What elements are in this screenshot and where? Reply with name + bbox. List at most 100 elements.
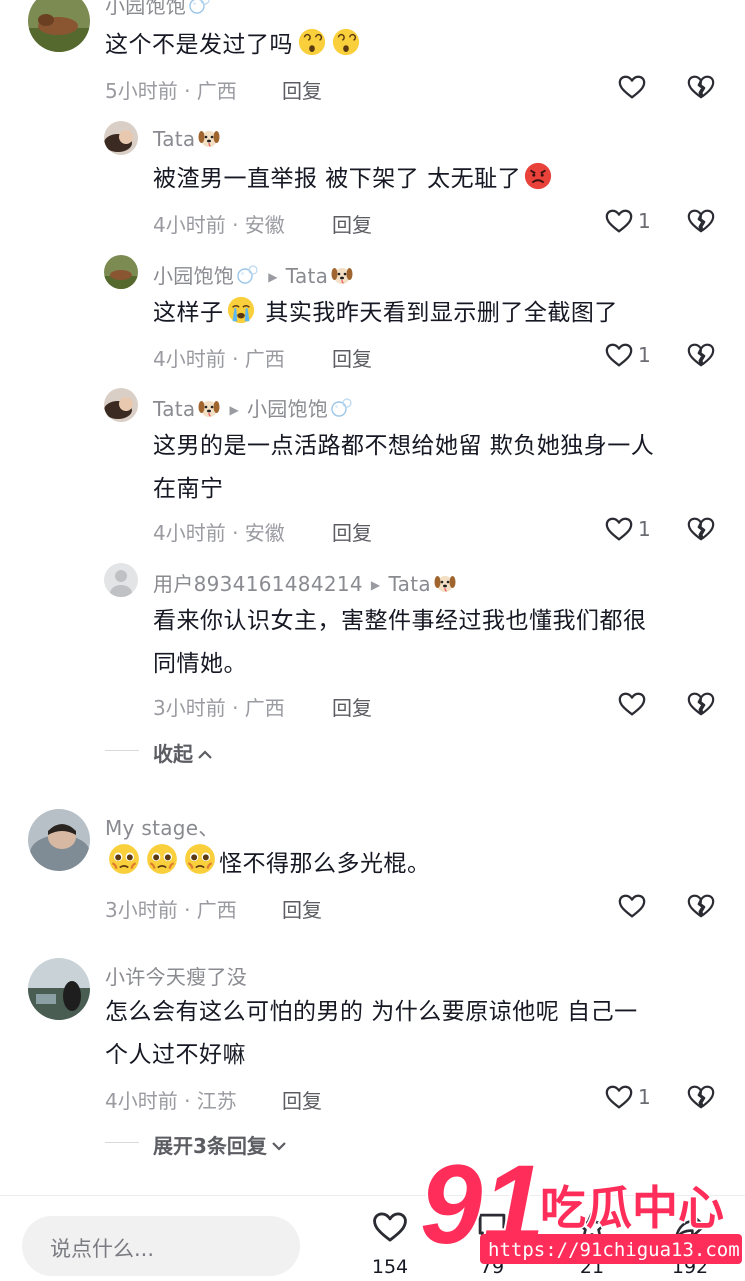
comment-text-line: 这男的是一点活路都不想给她留 欺负她独身一人 — [153, 433, 655, 459]
comment-author[interactable]: 小园饱饱 — [105, 0, 212, 19]
reply-arrow-icon: ▶ — [229, 403, 239, 417]
comment-time-location: 4小时前 · 安徽 — [153, 213, 285, 237]
chevron-up-icon — [198, 750, 212, 759]
chevron-down-icon — [272, 1142, 286, 1151]
avatar[interactable] — [104, 388, 138, 422]
avatar[interactable] — [28, 0, 90, 52]
comment-text: 这个不是发过了吗 — [105, 24, 363, 67]
pleading-face-icon — [183, 842, 217, 876]
reply-button[interactable]: 回复 — [282, 1085, 322, 1114]
reply-arrow-icon: ▶ — [268, 270, 278, 284]
reply-to-name[interactable]: 小园饱饱 — [247, 397, 328, 421]
comment-text: 被渣男一直举报 被下架了 太无耻了 — [153, 158, 555, 201]
heart-icon[interactable] — [617, 72, 647, 102]
collapse-label: 收起 — [153, 742, 193, 766]
comment-text-content: 被渣男一直举报 被下架了 太无耻了 — [153, 166, 522, 192]
author-name[interactable]: Tata — [153, 397, 195, 421]
heart-icon[interactable] — [604, 340, 634, 370]
comment-text-line: 同情她。 — [153, 651, 247, 677]
avatar[interactable] — [104, 255, 138, 289]
comment-text: 这样子 其实我昨天看到显示删了全截图了 — [153, 292, 618, 335]
divider — [105, 1142, 139, 1143]
comment-text-line: 怎么会有这么可怕的男的 为什么要原谅他呢 自己一 — [105, 999, 638, 1025]
heart-icon[interactable] — [617, 891, 647, 921]
divider — [105, 750, 139, 751]
dog-face-icon — [197, 396, 221, 420]
dog-face-icon — [330, 263, 354, 287]
author-name[interactable]: 用户8934161484214 — [153, 572, 363, 596]
reply-button[interactable]: 回复 — [332, 517, 372, 546]
comment-text-content: 怪不得那么多光棍。 — [219, 851, 431, 877]
reply-button[interactable]: 回复 — [332, 209, 372, 238]
heart-icon[interactable] — [604, 206, 634, 236]
reply-button[interactable]: 回复 — [282, 894, 322, 923]
broken-heart-icon[interactable] — [686, 891, 716, 921]
default-avatar-icon[interactable] — [104, 563, 138, 597]
broken-heart-icon[interactable] — [686, 1082, 716, 1112]
comment-time-location: 3小时前 · 广西 — [153, 696, 285, 720]
comment-time-location: 3小时前 · 广西 — [105, 898, 237, 922]
bubble-icon — [330, 396, 354, 420]
expand-label: 展开3条回复 — [153, 1134, 267, 1158]
comment-text-line: 看来你认识女主，害整件事经过我也懂我们都很 — [153, 608, 647, 634]
broken-heart-icon[interactable] — [686, 340, 716, 370]
comment-text: 看来你认识女主，害整件事经过我也懂我们都很 同情她。 — [153, 600, 723, 686]
reply-button[interactable]: 回复 — [282, 75, 322, 104]
reply-button[interactable]: 回复 — [332, 692, 372, 721]
comment-time-location: 5小时前 · 广西 — [105, 79, 237, 103]
heart-icon[interactable] — [604, 1082, 634, 1112]
comment-time-location: 4小时前 · 江苏 — [105, 1089, 237, 1113]
watermark-url-text: https://91chigua13.com — [488, 1239, 740, 1261]
watermark-logo: 91 吃瓜中心 https://91chigua13.com — [418, 1140, 745, 1273]
bubble-icon — [188, 0, 212, 17]
pleading-face-icon — [145, 842, 179, 876]
pleading-face-icon — [107, 842, 141, 876]
reply-to-name[interactable]: Tata — [286, 264, 328, 288]
comment-text: 怪不得那么多光棍。 — [105, 842, 431, 886]
comment-author[interactable]: 小园饱饱 ▶ Tata — [153, 260, 354, 289]
watermark-brand-text: 吃瓜中心 — [540, 1181, 724, 1235]
comment-text-content: 其实我昨天看到显示删了全截图了 — [265, 300, 618, 326]
reply-button[interactable]: 回复 — [332, 343, 372, 372]
bubble-icon — [236, 263, 260, 287]
comment-author[interactable]: 小许今天瘦了没 — [105, 961, 247, 990]
broken-heart-icon[interactable] — [686, 689, 716, 719]
comment-text: 怎么会有这么可怕的男的 为什么要原谅他呢 自己一 个人过不好嘛 — [105, 991, 725, 1077]
like-count: 1 — [638, 1085, 651, 1109]
comment-author[interactable]: My stage、 — [105, 812, 219, 841]
comment-author[interactable]: 用户8934161484214 ▶ Tata — [153, 568, 457, 597]
like-action-count: 154 — [371, 1256, 409, 1278]
broken-heart-icon[interactable] — [686, 206, 716, 236]
comment-text: 这男的是一点活路都不想给她留 欺负她独身一人 在南宁 — [153, 425, 723, 511]
author-name[interactable]: 小园饱饱 — [153, 264, 234, 288]
comment-time-location: 4小时前 · 广西 — [153, 347, 285, 371]
comment-author[interactable]: Tata — [153, 126, 221, 151]
broken-heart-icon[interactable] — [686, 514, 716, 544]
broken-heart-icon[interactable] — [686, 72, 716, 102]
heart-icon[interactable] — [617, 689, 647, 719]
like-count: 1 — [638, 343, 651, 367]
comment-time-location: 4小时前 · 安徽 — [153, 521, 285, 545]
heart-icon[interactable] — [604, 514, 634, 544]
avatar[interactable] — [28, 958, 90, 1020]
collapse-replies-button[interactable]: 收起 — [153, 738, 213, 767]
heart-icon — [371, 1208, 409, 1246]
comment-input[interactable]: 说点什么... — [22, 1216, 300, 1276]
comment-author[interactable]: Tata ▶ 小园饱饱 — [153, 393, 354, 422]
expand-replies-button[interactable]: 展开3条回复 — [153, 1130, 287, 1159]
dizzy-face-icon — [331, 27, 361, 57]
comment-input-placeholder: 说点什么... — [50, 1237, 155, 1261]
like-count: 1 — [638, 209, 651, 233]
comment-text-content: 这个不是发过了吗 — [105, 32, 293, 58]
comment-text-line: 个人过不好嘛 — [105, 1042, 246, 1068]
reply-to-name[interactable]: Tata — [388, 572, 430, 596]
angry-face-icon — [523, 161, 553, 191]
reply-arrow-icon: ▶ — [370, 578, 381, 592]
author-name[interactable]: Tata — [153, 127, 195, 151]
author-name[interactable]: 小园饱饱 — [105, 0, 186, 18]
avatar[interactable] — [104, 121, 138, 155]
dizzy-face-icon — [297, 27, 327, 57]
avatar[interactable] — [28, 809, 90, 871]
like-count: 1 — [638, 517, 651, 541]
like-action[interactable]: 154 — [360, 1208, 420, 1278]
